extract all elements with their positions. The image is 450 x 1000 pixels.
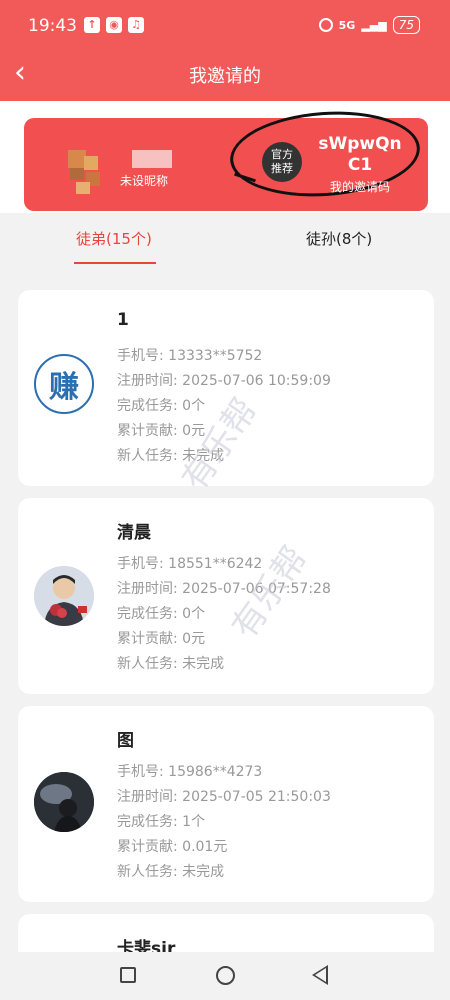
member-name: 1 bbox=[117, 310, 129, 330]
member-contribution: 累计贡献: 0元 bbox=[117, 631, 206, 647]
member-phone: 手机号: 18551**6242 bbox=[117, 556, 263, 572]
battery-level: 75 bbox=[392, 16, 420, 34]
member-register-time: 注册时间: 2025-07-05 21:50:03 bbox=[117, 789, 331, 805]
member-contribution: 累计贡献: 0.01元 bbox=[117, 839, 228, 855]
member-register-time: 注册时间: 2025-07-06 10:59:09 bbox=[117, 373, 331, 389]
official-recommend-badge: 官方 推荐 bbox=[262, 142, 302, 182]
member-tasks: 完成任务: 1个 bbox=[117, 814, 206, 830]
network-type: 5G bbox=[338, 18, 356, 32]
member-register-time: 注册时间: 2025-07-06 07:57:28 bbox=[117, 581, 331, 597]
member-card[interactable]: 图 手机号: 15986**4273 注册时间: 2025-07-05 21:5… bbox=[18, 706, 434, 902]
status-bar: 19:43 ↑ ◉ ♫ 5G ▂▄▆ 75 bbox=[0, 0, 450, 52]
title-bar: ‹ 我邀请的 bbox=[0, 52, 450, 96]
active-tab-underline bbox=[74, 262, 156, 264]
system-icons: 5G ▂▄▆ 75 bbox=[318, 16, 420, 34]
tab-bar: 徒弟(15个) 徒孙(8个) bbox=[0, 213, 450, 265]
upload-notification-icon: ↑ bbox=[84, 17, 100, 33]
member-name: 图 bbox=[117, 731, 134, 751]
nickname-blurred bbox=[132, 150, 172, 168]
member-avatar: 赚 bbox=[34, 354, 94, 414]
signal-icon: ▂▄▆ bbox=[361, 18, 387, 32]
music-notification-icon: ♫ bbox=[128, 17, 144, 33]
member-avatar bbox=[34, 566, 94, 626]
invite-code-label: 我的邀请码 bbox=[329, 180, 390, 194]
tab-sub-disciples[interactable]: 徒孙(8个) bbox=[306, 228, 372, 249]
member-newbie-task: 新人任务: 未完成 bbox=[117, 448, 225, 464]
official-badge-text: 官方 推荐 bbox=[271, 148, 293, 175]
member-contribution: 累计贡献: 0元 bbox=[117, 423, 206, 439]
member-phone: 手机号: 13333**5752 bbox=[117, 348, 263, 364]
member-name: 清晨 bbox=[117, 523, 151, 543]
wechat-notification-icon: ◉ bbox=[106, 17, 122, 33]
alarm-icon bbox=[318, 18, 333, 32]
page-title: 我邀请的 bbox=[189, 66, 261, 87]
invite-card: 未设昵称 官方 推荐 sWpwQn C1 我的邀请码 bbox=[24, 105, 428, 211]
status-time: 19:43 bbox=[28, 16, 77, 36]
member-card[interactable]: 清晨 手机号: 18551**6242 注册时间: 2025-07-06 07:… bbox=[18, 498, 434, 694]
dark-photo-icon bbox=[34, 772, 94, 832]
notification-icons: ↑ ◉ ♫ bbox=[84, 17, 144, 33]
member-newbie-task: 新人任务: 未完成 bbox=[117, 864, 225, 880]
invite-code[interactable]: sWpwQn C1 bbox=[306, 134, 414, 176]
tab-disciples[interactable]: 徒弟(15个) bbox=[76, 228, 152, 249]
system-navigation-bar bbox=[0, 952, 450, 1000]
back-triangle-icon[interactable] bbox=[312, 965, 328, 985]
member-tasks: 完成任务: 0个 bbox=[117, 398, 206, 414]
member-tasks: 完成任务: 0个 bbox=[117, 606, 206, 622]
nickname: 未设昵称 bbox=[120, 174, 169, 188]
recent-apps-icon[interactable] bbox=[120, 967, 136, 983]
member-card[interactable]: 赚 1 手机号: 13333**5752 注册时间: 2025-07-06 10… bbox=[18, 290, 434, 486]
home-icon[interactable] bbox=[216, 966, 235, 985]
user-avatar bbox=[62, 146, 104, 194]
member-newbie-task: 新人任务: 未完成 bbox=[117, 656, 225, 672]
person-photo-icon bbox=[34, 566, 94, 626]
member-phone: 手机号: 15986**4273 bbox=[117, 764, 263, 780]
earn-logo-icon: 赚 bbox=[49, 370, 79, 405]
member-avatar bbox=[34, 772, 94, 832]
app-header: 19:43 ↑ ◉ ♫ 5G ▂▄▆ 75 ‹ 我邀请的 bbox=[0, 0, 450, 101]
